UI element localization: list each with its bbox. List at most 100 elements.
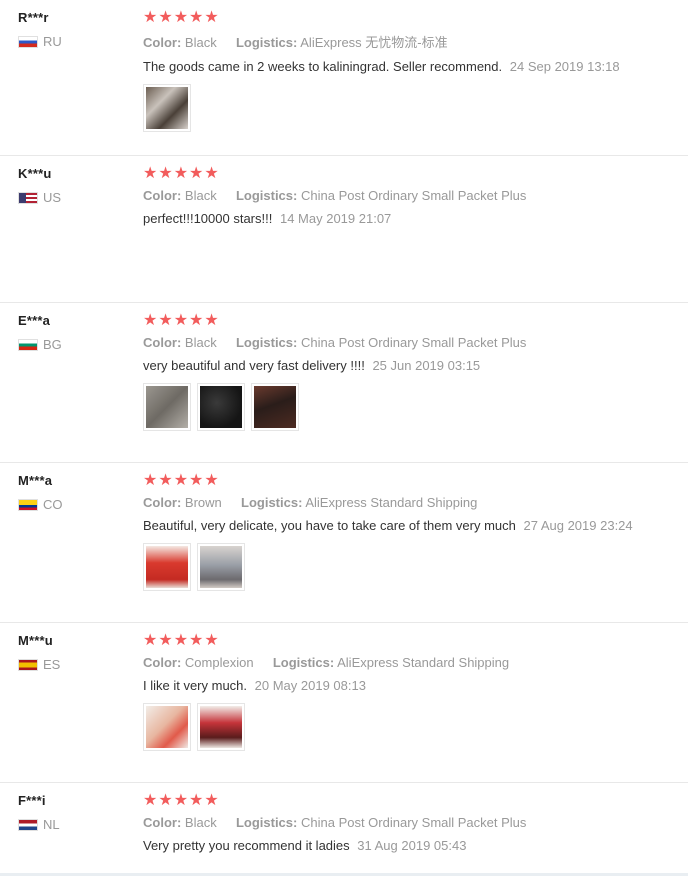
reviewer-country: BG (18, 337, 128, 352)
star-rating: ★★★★★ (143, 9, 220, 26)
country-code: CO (43, 497, 63, 512)
review-text-row: perfect!!!10000 stars!!! 14 May 2019 21:… (143, 211, 678, 226)
logistics-value: AliExpress Standard Shipping (305, 495, 478, 510)
review-content: ★★★★★ Color: Complexion Logistics: AliEx… (143, 632, 678, 751)
star-rating: ★★★★★ (143, 792, 220, 809)
order-attributes: Color: Brown Logistics: AliExpress Stand… (143, 495, 678, 510)
review-photo-thumbnail[interactable] (197, 383, 245, 431)
color-label: Color: (143, 495, 182, 510)
review-content: ★★★★★ Color: Brown Logistics: AliExpress… (143, 472, 678, 591)
color-label: Color: (143, 335, 182, 350)
review-item: K***u US ★★★★★ Color: Black Logistics: C… (0, 156, 688, 303)
review-photo-thumbnail[interactable] (143, 543, 191, 591)
order-attributes: Color: Black Logistics: China Post Ordin… (143, 815, 678, 830)
review-date: 14 May 2019 21:07 (279, 211, 392, 226)
reviewer-name: M***a (18, 473, 53, 488)
order-attributes: Color: Black Logistics: AliExpress 无忧物流-… (143, 32, 678, 51)
logistics-value: AliExpress Standard Shipping (337, 655, 510, 670)
star-rating: ★★★★★ (143, 165, 220, 182)
color-value: Black (184, 335, 217, 350)
package-photo (146, 386, 188, 428)
logistics-label: Logistics: (241, 495, 303, 510)
order-attributes: Color: Complexion Logistics: AliExpress … (143, 655, 678, 670)
color-label: Color: (143, 188, 182, 203)
reviewer-country: RU (18, 34, 128, 49)
review-text: perfect!!!10000 stars!!! (143, 211, 273, 226)
review-text-row: very beautiful and very fast delivery !!… (143, 358, 678, 373)
leg-photo (146, 706, 188, 748)
review-date: 20 May 2019 08:13 (254, 678, 366, 693)
reviewer-info: E***a BG (18, 313, 128, 352)
flag-icon (18, 498, 38, 511)
review-text-row: Beautiful, very delicate, you have to ta… (143, 518, 678, 533)
flag-icon (18, 818, 38, 831)
color-value: Black (184, 188, 217, 203)
flag-icon (18, 35, 38, 48)
country-code: RU (43, 34, 62, 49)
reviewer-info: M***a CO (18, 473, 128, 512)
review-text: The goods came in 2 weeks to kaliningrad… (143, 59, 503, 74)
logistics-value: China Post Ordinary Small Packet Plus (300, 335, 527, 350)
review-content: ★★★★★ Color: Black Logistics: AliExpress… (143, 9, 678, 132)
logistics-value: AliExpress 无忧物流-标准 (300, 35, 448, 50)
reviewer-country: CO (18, 497, 128, 512)
review-photo-thumbnail[interactable] (251, 383, 299, 431)
flag-icon (18, 658, 38, 671)
order-attributes: Color: Black Logistics: China Post Ordin… (143, 188, 678, 203)
color-value: Black (184, 35, 217, 50)
review-photos (143, 84, 678, 132)
fabric-photo (200, 386, 242, 428)
review-photo-thumbnail[interactable] (197, 703, 245, 751)
reviewer-country: US (18, 190, 128, 205)
color-value: Brown (184, 495, 222, 510)
country-code: BG (43, 337, 62, 352)
color-value: Black (184, 815, 217, 830)
review-item: M***a CO ★★★★★ Color: Brown Logistics: A… (0, 463, 688, 623)
logistics-label: Logistics: (235, 35, 298, 50)
review-item: R***r RU ★★★★★ Color: Black Logistics: A… (0, 0, 688, 156)
logistics-value: China Post Ordinary Small Packet Plus (300, 188, 527, 203)
product-photo (146, 87, 188, 129)
logistics-label: Logistics: (272, 655, 335, 670)
review-content: ★★★★★ Color: Black Logistics: China Post… (143, 792, 678, 853)
flag-icon (18, 191, 38, 204)
review-content: ★★★★★ Color: Black Logistics: China Post… (143, 165, 678, 226)
logistics-label: Logistics: (235, 815, 298, 830)
reviewer-name: K***u (18, 166, 52, 181)
country-code: NL (43, 817, 60, 832)
review-text: Beautiful, very delicate, you have to ta… (143, 518, 516, 533)
reviewer-name: M***u (18, 633, 53, 648)
color-label: Color: (143, 815, 182, 830)
review-text: Very pretty you recommend it ladies (143, 838, 350, 853)
logistics-label: Logistics: (235, 188, 298, 203)
country-code: ES (43, 657, 61, 672)
color-value: Complexion (184, 655, 254, 670)
country-code: US (43, 190, 62, 205)
review-item: F***i NL ★★★★★ Color: Black Logistics: C… (0, 783, 688, 876)
reviewer-info: F***i NL (18, 793, 128, 832)
order-attributes: Color: Black Logistics: China Post Ordin… (143, 335, 678, 350)
review-date: 25 Jun 2019 03:15 (372, 358, 481, 373)
color-label: Color: (143, 655, 182, 670)
star-rating: ★★★★★ (143, 632, 220, 649)
review-photos (143, 543, 678, 591)
review-photo-thumbnail[interactable] (197, 543, 245, 591)
review-text-row: Very pretty you recommend it ladies 31 A… (143, 838, 678, 853)
review-photo-thumbnail[interactable] (143, 84, 191, 132)
review-item: E***a BG ★★★★★ Color: Black Logistics: C… (0, 303, 688, 463)
reviewer-info: M***u ES (18, 633, 128, 672)
reviewer-country: NL (18, 817, 128, 832)
star-rating: ★★★★★ (143, 472, 220, 489)
reviewer-name: R***r (18, 10, 49, 25)
review-text-row: I like it very much. 20 May 2019 08:13 (143, 678, 678, 693)
review-photo-thumbnail[interactable] (143, 703, 191, 751)
reviewer-info: R***r RU (18, 10, 128, 49)
flag-icon (18, 338, 38, 351)
review-text: very beautiful and very fast delivery !!… (143, 358, 365, 373)
review-photo-thumbnail[interactable] (143, 383, 191, 431)
shoes-photo (200, 706, 242, 748)
review-photos (143, 383, 678, 431)
review-photos (143, 703, 678, 751)
review-text: I like it very much. (143, 678, 248, 693)
review-date: 31 Aug 2019 05:43 (357, 838, 467, 853)
